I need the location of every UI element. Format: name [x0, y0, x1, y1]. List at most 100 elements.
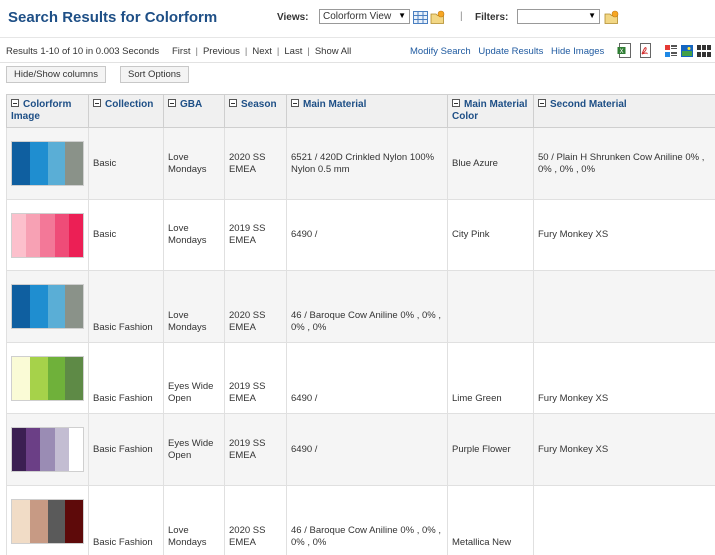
table-row[interactable]: Basic Love Mondays 2019 SS EMEA 6490 /City … — [6, 199, 715, 271]
main-material-cell[interactable]: 46 / Baroque Cow Aniline 0% , 0% , 0% , … — [286, 270, 448, 343]
main-material-cell[interactable]: 6490 / — [286, 342, 448, 414]
colorform-image-cell[interactable] — [6, 485, 89, 555]
second-material-cell[interactable] — [533, 270, 715, 343]
column-collapse-icon[interactable] — [11, 99, 19, 107]
column-header-colorform-image[interactable]: Colorform Image — [6, 94, 89, 128]
colorform-image-cell[interactable] — [6, 413, 89, 486]
second-material-cell[interactable] — [533, 485, 715, 555]
table-row[interactable]: Basic Fashion Eyes Wide Open 2019 SS EMEA 6… — [6, 342, 715, 414]
color-swatch — [12, 356, 30, 400]
hide-show-columns-button[interactable]: Hide/Show columns — [6, 66, 106, 83]
table-row[interactable]: Basic Fashion Eyes Wide Open 2019 SS EMEA 6… — [6, 413, 715, 486]
color-swatch — [12, 285, 30, 328]
button-bar: Hide/Show columns Sort Options — [0, 62, 715, 84]
second-material-cell[interactable]: Fury Monkey XS — [533, 199, 715, 271]
view-grid-icon[interactable] — [697, 45, 711, 57]
main-material-color-cell: Blue Azure — [447, 127, 534, 200]
season-cell[interactable]: 2020 SS EMEA — [224, 485, 287, 555]
column-collapse-icon[interactable] — [93, 99, 101, 107]
gba-cell: Love Mondays — [163, 199, 225, 271]
color-swatch — [47, 142, 66, 185]
color-swatch — [54, 428, 69, 471]
season-cell[interactable]: 2019 SS EMEA — [224, 342, 287, 414]
results-table-body: Basic Love Mondays 2020 SS EMEA 6521 / 420D… — [6, 127, 715, 555]
gba-cell: Eyes Wide Open — [163, 413, 225, 486]
season-cell[interactable]: 2020 SS EMEA — [224, 127, 287, 200]
color-swatch — [47, 500, 66, 543]
season-cell[interactable]: 2019 SS EMEA — [224, 413, 287, 486]
column-header-main-material[interactable]: Main Material — [286, 94, 448, 128]
column-collapse-icon[interactable] — [538, 99, 546, 107]
column-collapse-icon[interactable] — [291, 99, 299, 107]
column-header-season[interactable]: Season — [224, 94, 287, 128]
next-link[interactable]: Next — [252, 46, 272, 57]
main-material-cell[interactable]: 6521 / 420D Crinkled Nylon 100% Nylon 0.… — [286, 127, 448, 200]
color-swatch — [12, 500, 30, 543]
color-swatch — [29, 500, 48, 543]
show-all-link[interactable]: Show All — [315, 46, 351, 57]
hide-images-link[interactable]: Hide Images — [551, 46, 604, 57]
color-swatch — [68, 213, 84, 257]
chevron-down-icon: ▼ — [398, 11, 406, 20]
second-material-cell[interactable]: Fury Monkey XS — [533, 413, 715, 486]
main-material-cell[interactable]: 6490 / — [286, 413, 448, 486]
modify-search-link[interactable]: Modify Search — [410, 46, 471, 57]
first-link[interactable]: First — [172, 46, 190, 57]
page-header: Search Results for Colorform Views: Colo… — [0, 0, 715, 38]
colorform-image-cell[interactable] — [6, 342, 89, 414]
color-swatch — [29, 356, 48, 400]
svg-text:X: X — [619, 48, 623, 55]
table-row[interactable]: Basic Fashion Love Mondays 2020 SS EMEA 46 … — [6, 485, 715, 555]
color-swatch — [29, 142, 48, 185]
column-collapse-icon[interactable] — [452, 99, 460, 107]
column-collapse-icon[interactable] — [168, 99, 176, 107]
pdf-export-icon[interactable] — [638, 43, 653, 58]
column-header-main-material-color[interactable]: Main Material Color — [447, 94, 534, 128]
column-header-second-material[interactable]: Second Material — [533, 94, 715, 128]
column-header-collection[interactable]: Collection — [88, 94, 164, 128]
column-header-gba[interactable]: GBA — [163, 94, 225, 128]
colorform-image-cell[interactable] — [6, 199, 89, 271]
colorform-image[interactable] — [11, 499, 84, 544]
second-material-cell[interactable]: Fury Monkey XS — [533, 342, 715, 414]
colorform-image[interactable] — [11, 284, 84, 329]
gba-cell: Love Mondays — [163, 485, 225, 555]
color-swatch — [47, 356, 66, 400]
color-swatch — [54, 213, 69, 257]
main-material-cell[interactable]: 46 / Baroque Cow Aniline 0% , 0% , 0% , … — [286, 485, 448, 555]
colorform-image[interactable] — [11, 141, 84, 186]
colorform-image[interactable] — [11, 427, 84, 472]
update-results-link[interactable]: Update Results — [478, 46, 543, 57]
gba-cell: Eyes Wide Open — [163, 342, 225, 414]
grid-view-icon[interactable] — [413, 10, 428, 25]
table-row[interactable]: Basic Love Mondays 2020 SS EMEA 6521 / 420D… — [6, 127, 715, 200]
collection-cell: Basic — [88, 199, 164, 271]
excel-export-icon[interactable]: X — [617, 43, 632, 58]
gba-cell: Love Mondays — [163, 127, 225, 200]
main-material-cell[interactable]: 6490 / — [286, 199, 448, 271]
color-swatch — [26, 213, 41, 257]
sort-options-button[interactable]: Sort Options — [120, 66, 189, 83]
last-link[interactable]: Last — [284, 46, 302, 57]
colorform-image[interactable] — [11, 212, 84, 258]
folder-add-icon[interactable] — [430, 10, 445, 25]
table-header-row: Colorform Image Collection GBA Season Ma… — [6, 94, 715, 128]
color-swatch — [12, 142, 30, 185]
season-cell[interactable]: 2019 SS EMEA — [224, 199, 287, 271]
view-list-icon[interactable] — [665, 45, 677, 57]
color-swatch — [65, 356, 83, 400]
colorform-image[interactable] — [11, 355, 84, 401]
view-thumbnail-icon[interactable] — [681, 45, 693, 57]
table-row[interactable]: Basic Fashion Love Mondays 2020 SS EMEA 46 … — [6, 270, 715, 343]
views-select[interactable]: Colorform View ▼ — [319, 9, 410, 24]
colorform-image-cell[interactable] — [6, 127, 89, 200]
previous-link[interactable]: Previous — [203, 46, 240, 57]
main-material-color-cell — [447, 270, 534, 343]
filters-select[interactable]: ▼ — [517, 9, 600, 24]
season-cell[interactable]: 2020 SS EMEA — [224, 270, 287, 343]
column-collapse-icon[interactable] — [229, 99, 237, 107]
colorform-image-cell[interactable] — [6, 270, 89, 343]
pagination: First | Previous | Next | Last | Show All — [172, 46, 352, 57]
folder-add-icon[interactable] — [604, 10, 619, 25]
second-material-cell[interactable]: 50 / Plain H Shrunken Cow Aniline 0% , 0… — [533, 127, 715, 200]
